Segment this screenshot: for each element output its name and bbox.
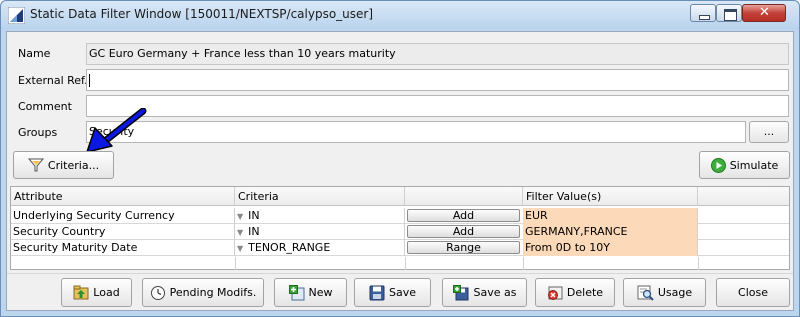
criteria-button[interactable]: Criteria... bbox=[13, 151, 114, 179]
comment-label: Comment bbox=[18, 100, 72, 113]
external-ref-label: External Ref. bbox=[18, 74, 88, 87]
name-field[interactable]: GC Euro Germany + France less than 10 ye… bbox=[86, 43, 789, 65]
pending-modifs-button-label: Pending Modifs. bbox=[169, 286, 257, 299]
add-value-button[interactable]: Add bbox=[407, 209, 520, 222]
delete-icon bbox=[547, 286, 563, 300]
groups-label: Groups bbox=[18, 126, 58, 139]
dropdown-arrow-icon: ▼ bbox=[237, 212, 244, 221]
action-cell: Add bbox=[405, 208, 523, 224]
close-button[interactable]: Close bbox=[716, 278, 790, 307]
table-row[interactable]: Security Country ▼ IN Add GERMANY,FRANCE bbox=[11, 224, 789, 240]
filter-form-panel: Name GC Euro Germany + France less than … bbox=[6, 31, 794, 311]
static-data-filter-window: Static Data Filter Window [150011/NEXTSP… bbox=[0, 0, 800, 317]
action-cell: Range bbox=[405, 240, 523, 256]
attribute-cell[interactable]: Security Maturity Date bbox=[11, 240, 235, 256]
grid-line bbox=[235, 257, 236, 270]
filter-funnel-icon bbox=[27, 158, 44, 172]
table-row[interactable]: Security Maturity Date ▼ TENOR_RANGE Rang… bbox=[11, 240, 789, 256]
delete-button[interactable]: Delete bbox=[535, 278, 615, 307]
column-header-action[interactable] bbox=[405, 187, 523, 206]
annotation-arrow-icon bbox=[86, 108, 147, 153]
grid-line bbox=[698, 257, 699, 270]
save-as-button[interactable]: Save as bbox=[442, 278, 527, 307]
window-title: Static Data Filter Window [150011/NEXTSP… bbox=[30, 7, 374, 21]
name-label: Name bbox=[18, 47, 51, 60]
external-ref-field[interactable] bbox=[86, 69, 789, 91]
minimize-button[interactable] bbox=[690, 4, 716, 22]
column-header-extra bbox=[698, 187, 789, 206]
new-button[interactable]: New bbox=[274, 278, 347, 307]
close-button-label: Close bbox=[738, 286, 768, 299]
load-button[interactable]: Load bbox=[61, 278, 132, 307]
attribute-cell[interactable]: Underlying Security Currency bbox=[11, 208, 235, 224]
load-button-label: Load bbox=[93, 286, 120, 299]
usage-button-label: Usage bbox=[657, 286, 693, 299]
action-cell: Add bbox=[405, 224, 523, 240]
close-window-button[interactable] bbox=[742, 4, 786, 22]
new-icon bbox=[288, 284, 304, 300]
comment-field[interactable] bbox=[86, 95, 789, 117]
grid-line bbox=[523, 257, 524, 270]
save-as-button-label: Save as bbox=[473, 286, 517, 299]
criteria-cell[interactable]: ▼ TENOR_RANGE bbox=[235, 240, 405, 256]
column-header-attribute[interactable]: Attribute bbox=[11, 187, 235, 206]
save-button[interactable]: Save bbox=[354, 278, 431, 307]
clock-icon bbox=[150, 285, 165, 300]
groups-field[interactable]: Security bbox=[86, 121, 746, 143]
filter-value-cell[interactable]: GERMANY,FRANCE bbox=[523, 224, 698, 240]
pending-modifs-button[interactable]: Pending Modifs. bbox=[142, 278, 264, 307]
filter-value-cell[interactable]: From 0D to 10Y bbox=[523, 240, 698, 256]
divider bbox=[7, 273, 793, 274]
criteria-value: IN bbox=[248, 209, 260, 222]
range-value-button[interactable]: Range bbox=[407, 241, 520, 254]
floppy-disk-icon bbox=[369, 285, 385, 300]
column-header-filter-values[interactable]: Filter Value(s) bbox=[523, 187, 698, 206]
grid-line bbox=[405, 257, 406, 270]
attribute-cell[interactable]: Security Country bbox=[11, 224, 235, 240]
app-logo-icon bbox=[8, 7, 25, 24]
play-icon bbox=[710, 157, 726, 173]
load-icon bbox=[73, 285, 89, 299]
save-as-icon bbox=[452, 284, 469, 300]
criteria-button-label: Criteria... bbox=[47, 158, 100, 172]
new-button-label: New bbox=[308, 286, 333, 299]
groups-browse-button[interactable]: ... bbox=[749, 121, 789, 143]
add-value-button[interactable]: Add bbox=[407, 225, 520, 238]
table-header: Attribute Criteria Filter Value(s) bbox=[11, 187, 789, 206]
usage-button[interactable]: Usage bbox=[623, 278, 706, 307]
column-header-criteria[interactable]: Criteria bbox=[235, 187, 405, 206]
filter-criteria-table: Attribute Criteria Filter Value(s) Under… bbox=[10, 186, 790, 270]
criteria-value: TENOR_RANGE bbox=[248, 241, 331, 254]
simulate-button[interactable]: Simulate bbox=[699, 151, 790, 179]
delete-button-label: Delete bbox=[566, 286, 604, 299]
filter-value-cell[interactable]: EUR bbox=[523, 208, 698, 224]
maximize-button[interactable] bbox=[716, 4, 742, 22]
criteria-cell[interactable]: ▼ IN bbox=[235, 224, 405, 240]
save-button-label: Save bbox=[388, 286, 416, 299]
title-bar[interactable]: Static Data Filter Window [150011/NEXTSP… bbox=[1, 1, 799, 29]
text-cursor bbox=[89, 73, 90, 87]
dropdown-arrow-icon: ▼ bbox=[237, 228, 244, 237]
simulate-button-label: Simulate bbox=[729, 158, 779, 172]
criteria-cell[interactable]: ▼ IN bbox=[235, 208, 405, 224]
criteria-value: IN bbox=[248, 225, 260, 238]
dropdown-arrow-icon: ▼ bbox=[237, 244, 244, 253]
usage-magnifier-icon bbox=[637, 285, 654, 301]
table-row[interactable]: Underlying Security Currency ▼ IN Add EUR bbox=[11, 208, 789, 224]
